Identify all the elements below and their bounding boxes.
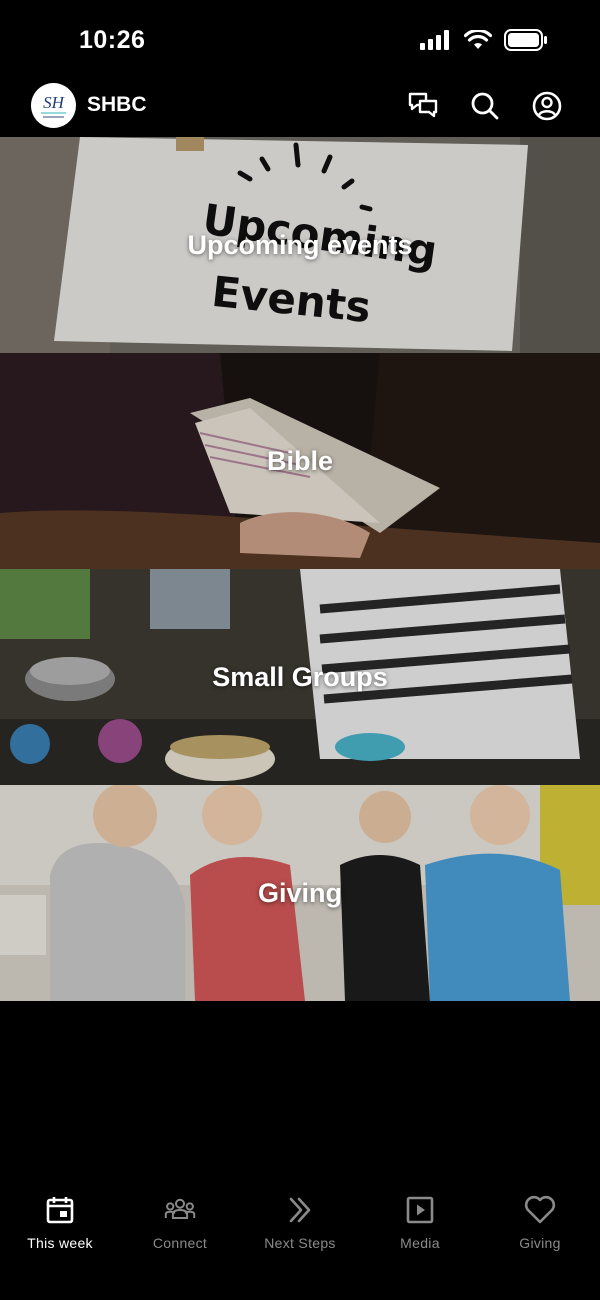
church-logo[interactable]: SH <box>31 83 76 128</box>
tile-label: Upcoming events <box>187 229 413 260</box>
bottom-tab-bar: This week Connect Next Steps Media Givin… <box>0 1180 600 1300</box>
chat-bubbles-icon <box>408 92 438 118</box>
calendar-icon <box>44 1194 76 1226</box>
tab-label: Next Steps <box>264 1235 336 1251</box>
feature-tiles: Upcoming Events Upcoming events Bible <box>0 137 600 1001</box>
tab-label: Media <box>400 1235 440 1251</box>
tab-next-steps[interactable]: Next Steps <box>240 1180 360 1300</box>
tile-label: Small Groups <box>212 661 388 692</box>
cellular-signal-icon <box>420 30 449 50</box>
wifi-icon <box>464 30 492 49</box>
battery-icon <box>504 29 547 51</box>
tab-connect[interactable]: Connect <box>120 1180 240 1300</box>
svg-text:SH: SH <box>43 93 66 112</box>
heart-icon <box>524 1194 556 1226</box>
tab-label: Connect <box>152 1235 208 1251</box>
tab-giving[interactable]: Giving <box>480 1180 600 1300</box>
tab-this-week[interactable]: This week <box>0 1180 120 1300</box>
app-title: SHBC <box>87 93 147 116</box>
header-actions <box>408 91 562 121</box>
tile-bible[interactable]: Bible <box>0 353 600 569</box>
status-time: 10:26 <box>79 26 146 54</box>
tab-label: Giving <box>519 1235 561 1251</box>
play-square-icon <box>404 1194 436 1226</box>
profile-button[interactable] <box>532 91 562 121</box>
double-chevron-right-icon <box>284 1194 316 1226</box>
account-circle-icon <box>532 91 562 121</box>
tile-label: Giving <box>257 877 342 908</box>
messages-button[interactable] <box>408 91 438 121</box>
tab-media[interactable]: Media <box>360 1180 480 1300</box>
tile-label: Bible <box>266 445 333 476</box>
tile-small-groups[interactable]: Small Groups <box>0 569 600 785</box>
search-button[interactable] <box>470 91 500 121</box>
tile-upcoming-events[interactable]: Upcoming Events Upcoming events <box>0 137 600 353</box>
tile-giving[interactable]: Giving <box>0 785 600 1001</box>
app-header: SH SHBC <box>0 80 600 136</box>
search-icon <box>471 92 499 120</box>
logo-mark: SH <box>41 93 66 118</box>
people-icon <box>164 1194 196 1226</box>
status-icons <box>420 29 548 51</box>
tab-label: This week <box>27 1235 93 1251</box>
status-bar: 10:26 <box>0 0 600 80</box>
